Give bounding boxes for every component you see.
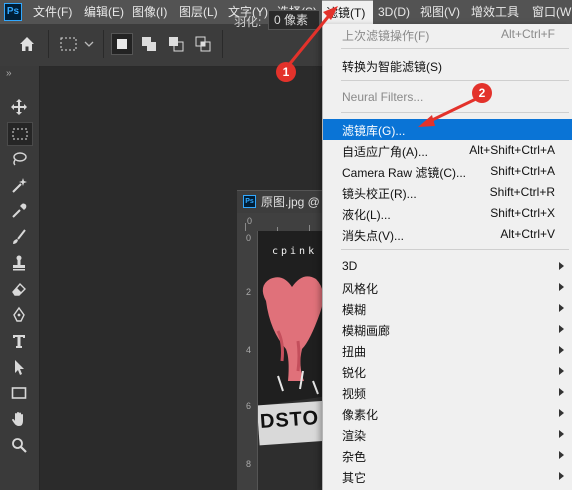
- menu-window[interactable]: 窗口(W: [532, 0, 571, 24]
- brush-icon[interactable]: [7, 226, 31, 248]
- menu-item-noise[interactable]: 杂色: [323, 445, 572, 466]
- submenu-arrow-icon: [559, 262, 564, 270]
- type-icon[interactable]: [7, 330, 31, 352]
- submenu-arrow-icon: [559, 409, 564, 417]
- menu-item-blur-gallery[interactable]: 模糊画廊: [323, 319, 572, 340]
- submenu-arrow-icon: [559, 430, 564, 438]
- menu-3d[interactable]: 3D(D): [378, 0, 410, 24]
- menu-separator: [341, 249, 569, 250]
- photoshop-logo-icon: Ps: [4, 3, 22, 21]
- menu-item-sharpen[interactable]: 锐化: [323, 361, 572, 382]
- document-title: 原图.jpg @: [261, 195, 320, 209]
- rectangle-icon[interactable]: [7, 382, 31, 404]
- filter-dropdown-menu: 上次滤镜操作(F) Alt+Ctrl+F 转换为智能滤镜(S) Neural Fi…: [322, 24, 572, 490]
- menu-view[interactable]: 视图(V): [420, 0, 460, 24]
- menu-item-3d[interactable]: 3D: [323, 256, 572, 277]
- menu-item-stylize[interactable]: 风格化: [323, 277, 572, 298]
- new-selection-icon[interactable]: [111, 33, 133, 55]
- eraser-icon[interactable]: [7, 278, 31, 300]
- menu-item-other[interactable]: 其它: [323, 466, 572, 487]
- menu-filter[interactable]: 滤镜(T): [322, 0, 373, 24]
- ruler-top: 0: [237, 213, 327, 232]
- pen-icon[interactable]: [7, 304, 31, 326]
- menu-file[interactable]: 文件(F): [33, 0, 72, 24]
- submenu-arrow-icon: [559, 472, 564, 480]
- hand-icon[interactable]: [7, 408, 31, 430]
- path-select-icon[interactable]: [7, 356, 31, 378]
- add-selection-icon[interactable]: [138, 33, 160, 55]
- menu-item-vanishing-point[interactable]: 消失点(V)... Alt+Ctrl+V: [323, 224, 572, 245]
- ruler-left-label: 6: [246, 401, 252, 411]
- menu-image[interactable]: 图像(I): [132, 0, 167, 24]
- ruler-left-label: 8: [246, 459, 252, 469]
- document-canvas[interactable]: cpink DSTO: [258, 231, 328, 490]
- menu-separator: [341, 48, 569, 49]
- menu-item-liquify[interactable]: 液化(L)... Shift+Ctrl+X: [323, 203, 572, 224]
- move-icon[interactable]: [7, 96, 31, 118]
- menu-item-last-filter: 上次滤镜操作(F) Alt+Ctrl+F: [342, 27, 555, 43]
- marquee-options-icon[interactable]: [58, 33, 80, 55]
- submenu-arrow-icon: [559, 325, 564, 333]
- menu-item-adaptive-wide-angle[interactable]: 自适应广角(A)... Alt+Shift+Ctrl+A: [323, 140, 572, 161]
- stamp-icon[interactable]: [7, 252, 31, 274]
- document-ps-icon: Ps: [243, 195, 256, 208]
- menu-item-lens-correction[interactable]: 镜头校正(R)... Shift+Ctrl+R: [323, 182, 572, 203]
- zoom-icon[interactable]: [7, 434, 31, 456]
- menu-item-render[interactable]: 渲染: [323, 424, 572, 445]
- tools-panel: »: [0, 66, 40, 490]
- ruler-left-label: 4: [246, 345, 252, 355]
- panel-collapse-icon[interactable]: »: [6, 68, 11, 79]
- menu-item-convert-smart-filter[interactable]: 转换为智能滤镜(S): [323, 55, 572, 76]
- ruler-left: 0 2 4 6 8: [237, 231, 258, 490]
- menu-separator: [341, 112, 569, 113]
- subtract-selection-icon[interactable]: [165, 33, 187, 55]
- submenu-arrow-icon: [559, 451, 564, 459]
- menu-item-camera-raw[interactable]: Camera Raw 滤镜(C)... Shift+Ctrl+A: [323, 161, 572, 182]
- feather-input[interactable]: 0 像素: [268, 10, 320, 30]
- intersect-selection-icon[interactable]: [192, 33, 214, 55]
- menu-item-blur[interactable]: 模糊: [323, 298, 572, 319]
- menu-edit[interactable]: 编辑(E): [84, 0, 124, 24]
- image-text-top: cpink: [272, 246, 318, 257]
- annotation-badge-2: 2: [472, 83, 492, 103]
- lasso-icon[interactable]: [7, 148, 31, 170]
- home-icon[interactable]: [16, 33, 38, 55]
- submenu-arrow-icon: [559, 283, 564, 291]
- ruler-left-label: 2: [246, 287, 252, 297]
- eyedropper-icon[interactable]: [7, 200, 31, 222]
- menu-item-neural-filters: Neural Filters...: [342, 90, 424, 104]
- image-text-shirt: DSTO: [259, 406, 320, 434]
- menu-separator: [341, 80, 569, 81]
- submenu-arrow-icon: [559, 346, 564, 354]
- submenu-arrow-icon: [559, 388, 564, 396]
- feather-label: 羽化:: [234, 15, 262, 29]
- menu-item-video[interactable]: 视频: [323, 382, 572, 403]
- annotation-badge-1: 1: [276, 62, 296, 82]
- submenu-arrow-icon: [559, 367, 564, 375]
- ruler-left-label: 0: [246, 233, 252, 243]
- menu-plugins[interactable]: 增效工具: [471, 0, 519, 24]
- menu-layer[interactable]: 图层(L): [179, 0, 218, 24]
- menu-item-filter-gallery[interactable]: 滤镜库(G)...: [323, 119, 572, 140]
- chevron-down-icon[interactable]: [82, 33, 96, 55]
- magic-wand-icon[interactable]: [7, 174, 31, 196]
- menu-item-distort[interactable]: 扭曲: [323, 340, 572, 361]
- ruler-top-label: 0: [247, 216, 253, 226]
- marquee-icon[interactable]: [7, 122, 33, 146]
- submenu-arrow-icon: [559, 304, 564, 312]
- menu-item-pixelate[interactable]: 像素化: [323, 403, 572, 424]
- photo-image: [258, 231, 328, 490]
